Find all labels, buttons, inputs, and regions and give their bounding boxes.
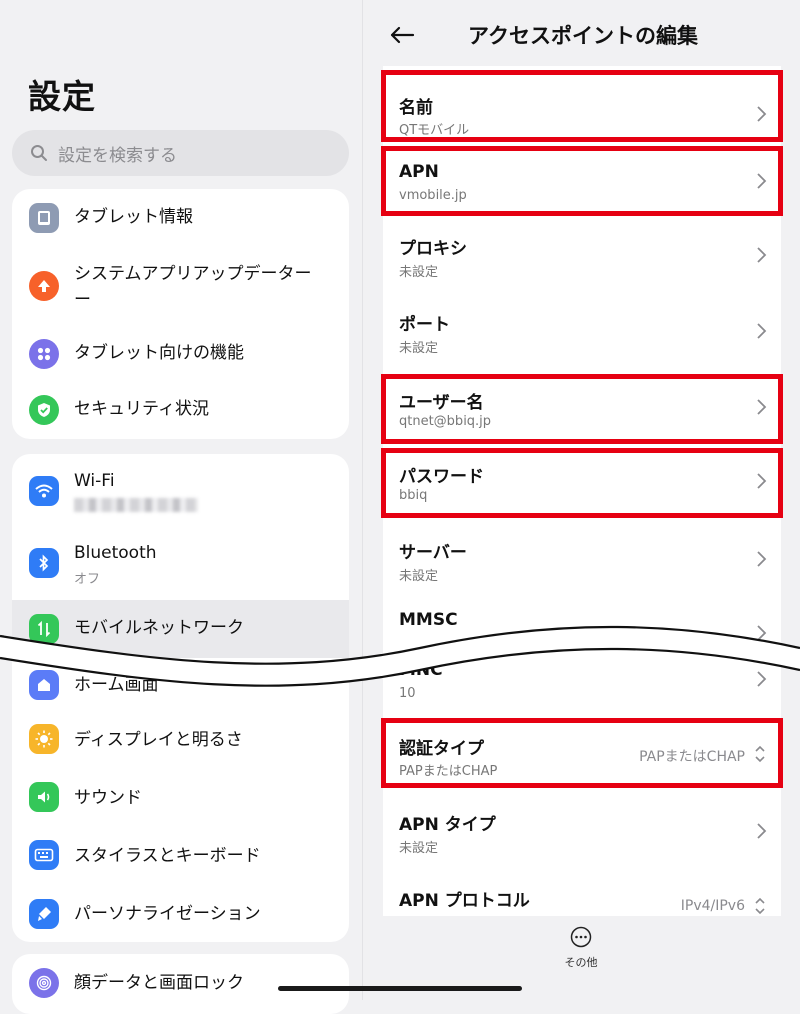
row-label: APN タイプ	[399, 815, 496, 835]
settings-item-tablet-info[interactable]: タブレット情報	[12, 189, 349, 245]
settings-item-stylus-keyboard[interactable]: スタイラスとキーボード	[12, 832, 349, 890]
row-label: ユーザー名	[399, 393, 484, 413]
settings-item-label-cont: ー	[74, 290, 91, 310]
settings-item-label: タブレット向けの機能	[74, 343, 244, 363]
settings-item-security[interactable]: セキュリティ状況	[12, 381, 349, 439]
apn-row-proxy[interactable]: プロキシ 未設定	[383, 218, 781, 294]
row-value: 未設定	[399, 341, 439, 356]
row-value: 未設定	[399, 841, 439, 856]
settings-item-label: タブレット情報	[74, 207, 193, 227]
settings-item-tablet-features[interactable]: タブレット向けの機能	[12, 325, 349, 381]
bluetooth-icon	[29, 548, 59, 578]
row-label: APN プロトコル	[399, 891, 530, 911]
grid-dots-icon	[29, 339, 59, 369]
row-value: vmobile.jp	[399, 188, 467, 203]
select-updown-icon	[755, 745, 765, 763]
speaker-icon	[29, 782, 59, 812]
settings-item-label: ディスプレイと明るさ	[74, 730, 243, 750]
settings-item-label: スタイラスとキーボード	[74, 846, 261, 866]
settings-item-label: Bluetooth	[74, 543, 157, 563]
shield-check-icon	[29, 395, 59, 425]
settings-item-face-lock[interactable]: 顔データと画面ロック	[12, 954, 349, 1014]
settings-item-display[interactable]: ディスプレイと明るさ	[12, 716, 349, 774]
row-value: 未設定	[399, 265, 439, 280]
apn-row-apn-type[interactable]: APN タイプ 未設定	[383, 794, 781, 870]
apn-row-name[interactable]: 名前 QTモバイル	[383, 74, 781, 142]
chevron-right-icon	[757, 551, 767, 567]
apn-row-auth-type[interactable]: 認証タイプ PAPまたはCHAP PAPまたはCHAP	[383, 722, 781, 790]
row-value: 未設定	[399, 569, 439, 584]
apn-settings-list: 名前 QTモバイル APN vmobile.jp プロキシ 未設定 ポート 未設…	[383, 66, 781, 916]
settings-item-label: Wi-Fi	[74, 471, 115, 491]
apn-row-apn[interactable]: APN vmobile.jp	[383, 150, 781, 218]
apn-row-username[interactable]: ユーザー名 qtnet@bbiq.jp	[383, 376, 781, 444]
settings-item-label: サウンド	[74, 788, 142, 808]
row-value: PAPまたはCHAP	[399, 764, 498, 779]
row-value: qtnet@bbiq.jp	[399, 414, 492, 429]
settings-item-label: セキュリティ状況	[74, 399, 209, 419]
auth-type-select-value[interactable]: PAPまたはCHAP	[639, 746, 745, 766]
chevron-right-icon	[757, 823, 767, 839]
row-label: パスワード	[399, 467, 484, 487]
back-arrow-icon[interactable]	[387, 20, 417, 50]
chevron-right-icon	[757, 106, 767, 122]
page-title: 設定	[28, 77, 96, 116]
keyboard-icon	[29, 840, 59, 870]
settings-item-bluetooth[interactable]: Bluetooth オフ	[12, 528, 349, 600]
apn-row-apn-protocol[interactable]: APN プロトコル IPv4/IPv6	[383, 870, 781, 916]
row-label: サーバー	[399, 543, 467, 563]
row-label: 認証タイプ	[399, 739, 484, 759]
select-updown-icon	[755, 897, 765, 915]
page-title: アクセスポイントの編集	[468, 24, 698, 48]
chevron-right-icon	[757, 473, 767, 489]
settings-group-general: タブレット情報 システムアプリアップデーター ー タブレット向けの機能 セキュリ…	[12, 189, 349, 439]
settings-item-label: パーソナライゼーション	[74, 904, 261, 924]
upload-icon	[29, 271, 59, 301]
apn-row-password[interactable]: パスワード bbiq	[383, 450, 781, 518]
brush-icon	[29, 899, 59, 929]
chevron-right-icon	[757, 247, 767, 263]
app-bar: アクセスポイントの編集	[363, 0, 800, 70]
settings-item-personalization[interactable]: パーソナライゼーション	[12, 890, 349, 942]
chevron-right-icon	[757, 399, 767, 415]
settings-group-security: 顔データと画面ロック	[12, 954, 349, 1014]
search-icon	[31, 145, 47, 161]
row-label: ポート	[399, 315, 450, 335]
settings-item-wifi[interactable]: Wi-Fi	[12, 454, 349, 528]
row-label: プロキシ	[399, 239, 467, 259]
settings-item-label: 顔データと画面ロック	[74, 973, 244, 993]
more-icon	[570, 926, 592, 948]
settings-item-label: システムアプリアップデーター	[74, 264, 312, 284]
search-placeholder: 設定を検索する	[58, 145, 177, 166]
row-value: QTモバイル	[399, 123, 470, 138]
apn-row-port[interactable]: ポート 未設定	[383, 294, 781, 370]
settings-item-sublabel: オフ	[74, 572, 101, 587]
chevron-right-icon	[757, 173, 767, 189]
wifi-ssid-redacted	[74, 498, 198, 512]
row-label: APN	[399, 162, 439, 182]
row-label: 名前	[399, 98, 433, 118]
more-button[interactable]: その他	[563, 926, 599, 970]
gesture-handle	[278, 986, 522, 991]
chevron-right-icon	[757, 323, 767, 339]
omission-wave-divider	[0, 625, 800, 687]
apn-protocol-select-value[interactable]: IPv4/IPv6	[681, 898, 745, 914]
sun-icon	[29, 724, 59, 754]
tablet-icon	[29, 203, 59, 233]
row-value: bbiq	[399, 488, 428, 503]
settings-pane: 設定 設定を検索する タブレット情報 システムアプリアップデーター ー タブレッ	[0, 0, 362, 1014]
search-input[interactable]: 設定を検索する	[12, 130, 349, 176]
apn-edit-pane: アクセスポイントの編集 名前 QTモバイル APN vmobile.jp プロキ…	[362, 0, 800, 1000]
fingerprint-icon	[29, 968, 59, 998]
settings-item-sound[interactable]: サウンド	[12, 774, 349, 832]
settings-item-system-update[interactable]: システムアプリアップデーター ー	[12, 245, 349, 325]
wifi-icon	[29, 476, 59, 506]
more-label: その他	[564, 956, 598, 969]
apn-row-server[interactable]: サーバー 未設定	[383, 522, 781, 598]
